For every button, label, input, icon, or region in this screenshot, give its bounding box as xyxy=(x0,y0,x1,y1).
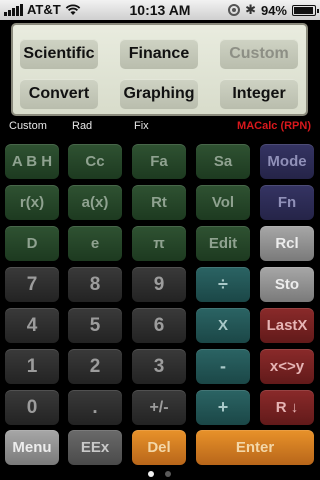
mode-key[interactable]: Mode xyxy=(260,144,314,179)
e-key[interactable]: e xyxy=(68,226,122,261)
digit-6-key[interactable]: 6 xyxy=(132,308,186,343)
graphing-mode-button[interactable]: Graphing xyxy=(120,79,198,109)
digit-4-key[interactable]: 4 xyxy=(5,308,59,343)
enter-key[interactable]: Enter xyxy=(196,430,314,465)
bluetooth-icon: ✱ xyxy=(245,2,256,17)
change-sign-key[interactable]: +/- xyxy=(132,390,186,425)
digit-5-key[interactable]: 5 xyxy=(68,308,122,343)
finance-mode-button[interactable]: Finance xyxy=(120,39,198,69)
abh-key[interactable]: A B H xyxy=(5,144,59,179)
calculator-screen: AT&T 10:13 AM ✱ 94% Scientific Finance C… xyxy=(0,0,320,480)
convert-mode-button[interactable]: Convert xyxy=(20,79,98,109)
digit-0-key[interactable]: 0 xyxy=(5,390,59,425)
page-dot-inactive[interactable] xyxy=(165,471,171,477)
pi-key[interactable]: π xyxy=(132,226,186,261)
angle-unit-indicator: Rad xyxy=(72,120,93,132)
custom-mode-button[interactable]: Custom xyxy=(220,39,298,69)
mode-panel: Scientific Finance Custom Convert Graphi… xyxy=(11,23,308,116)
delete-key[interactable]: Del xyxy=(132,430,186,465)
fa-key[interactable]: Fa xyxy=(132,144,186,179)
digit-8-key[interactable]: 8 xyxy=(68,267,122,302)
mode-indicator: Custom xyxy=(9,120,47,132)
d-key[interactable]: D xyxy=(5,226,59,261)
swap-xy-key[interactable]: x<>y xyxy=(260,349,314,384)
cc-key[interactable]: Cc xyxy=(68,144,122,179)
menu-key[interactable]: Menu xyxy=(5,430,59,465)
rt-key[interactable]: Rt xyxy=(132,185,186,220)
digit-7-key[interactable]: 7 xyxy=(5,267,59,302)
rotation-lock-icon xyxy=(228,4,241,16)
calculator-status-line: Custom Rad Fix MACalc (RPN) xyxy=(0,119,320,135)
digit-2-key[interactable]: 2 xyxy=(68,349,122,384)
sto-key[interactable]: Sto xyxy=(260,267,314,302)
a-of-x-key[interactable]: a(x) xyxy=(68,185,122,220)
number-format-indicator: Fix xyxy=(134,120,149,132)
digit-3-key[interactable]: 3 xyxy=(132,349,186,384)
status-bar: AT&T 10:13 AM ✱ 94% xyxy=(0,0,320,20)
lastx-key[interactable]: LastX xyxy=(260,308,314,343)
battery-percent: 94% xyxy=(260,2,287,18)
sa-key[interactable]: Sa xyxy=(196,144,250,179)
roll-down-key[interactable]: R ↓ xyxy=(260,390,314,425)
r-of-x-key[interactable]: r(x) xyxy=(5,185,59,220)
digit-9-key[interactable]: 9 xyxy=(132,267,186,302)
rcl-key[interactable]: Rcl xyxy=(260,226,314,261)
digit-1-key[interactable]: 1 xyxy=(5,349,59,384)
battery-icon xyxy=(292,4,319,16)
battery-fill xyxy=(294,6,313,14)
eex-key[interactable]: EEx xyxy=(68,430,122,465)
integer-mode-button[interactable]: Integer xyxy=(220,79,298,109)
fn-key[interactable]: Fn xyxy=(260,185,314,220)
scientific-mode-button[interactable]: Scientific xyxy=(20,39,98,69)
status-right: ✱ 94% xyxy=(228,2,319,18)
divide-key[interactable]: ÷ xyxy=(196,267,250,302)
subtract-key[interactable]: - xyxy=(196,349,250,384)
decimal-point-key[interactable]: . xyxy=(68,390,122,425)
app-title: MACalc (RPN) xyxy=(237,120,311,132)
page-dot-active[interactable] xyxy=(148,471,154,477)
edit-key[interactable]: Edit xyxy=(196,226,250,261)
add-key[interactable]: + xyxy=(196,390,250,425)
multiply-key[interactable]: X xyxy=(196,308,250,343)
vol-key[interactable]: Vol xyxy=(196,185,250,220)
